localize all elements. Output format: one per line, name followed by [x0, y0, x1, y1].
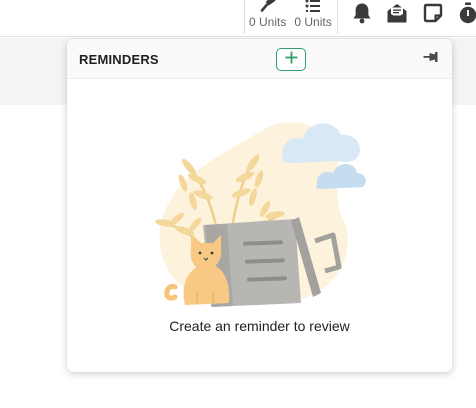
note-icon — [423, 3, 443, 28]
hammer-icon — [260, 0, 276, 13]
page: 0 Units 0 Units REMINDERS Create an remi… — [0, 0, 476, 408]
cat-trash-can-illustration — [155, 107, 367, 314]
top-toolbar: 0 Units 0 Units — [0, 0, 476, 37]
mail-open-icon — [386, 2, 408, 29]
reminders-title: REMINDERS — [79, 52, 159, 67]
notes-button[interactable] — [421, 3, 445, 27]
messages-button[interactable] — [385, 3, 409, 27]
pin-panel-button[interactable] — [423, 51, 441, 67]
empty-state-message: Create an reminder to review — [169, 318, 350, 334]
bell-icon — [352, 2, 372, 29]
units-counter-tools[interactable]: 0 Units — [245, 0, 290, 29]
timer-button[interactable] — [456, 2, 476, 29]
units-counter-tools-label: 0 Units — [249, 15, 287, 29]
units-counter-list-label: 0 Units — [294, 15, 332, 29]
units-counter-list[interactable]: 0 Units — [290, 0, 335, 29]
pin-icon — [423, 50, 441, 69]
notifications-button[interactable] — [350, 3, 374, 27]
list-icon — [305, 0, 321, 13]
units-group: 0 Units 0 Units — [244, 0, 338, 34]
reminders-panel: REMINDERS Create an reminder to review — [67, 39, 452, 372]
timer-icon — [458, 2, 476, 29]
plus-icon — [285, 51, 298, 69]
reminders-header: REMINDERS — [67, 39, 452, 79]
add-reminder-button[interactable] — [276, 48, 306, 71]
